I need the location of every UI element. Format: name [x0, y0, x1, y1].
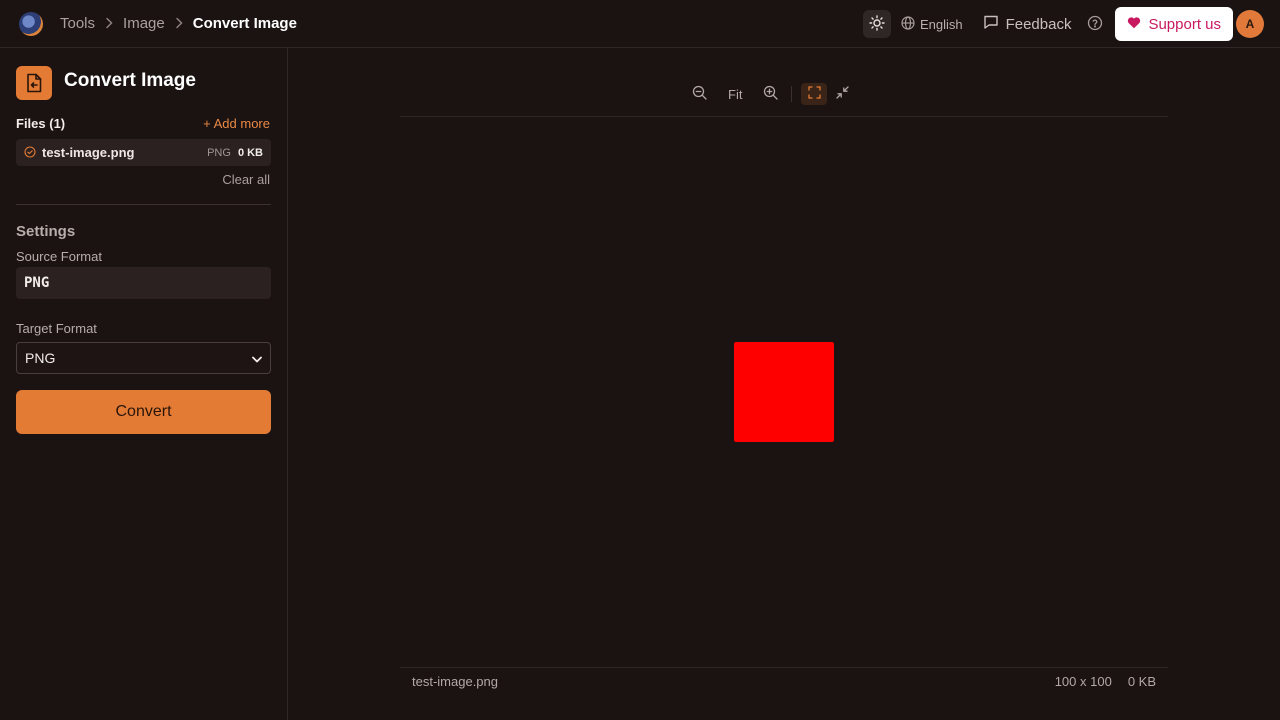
shrink-icon [836, 86, 850, 102]
image-dimensions: 100 x 100 [1054, 674, 1112, 689]
file-convert-icon [16, 66, 52, 100]
zoom-out-icon [692, 85, 707, 103]
preview-info: 100 x 100 0 KB [1055, 674, 1156, 689]
file-list-item[interactable]: test-image.png PNG 0 KB [16, 139, 271, 166]
language-selector[interactable]: English [901, 15, 963, 33]
chevron-right-icon [175, 16, 183, 32]
add-more-link[interactable]: + Add more [203, 116, 270, 131]
check-circle-icon [24, 145, 36, 161]
toolbar-divider [791, 86, 793, 102]
source-format-value: PNG [16, 267, 271, 299]
chevron-right-icon [105, 16, 113, 32]
help-button[interactable] [1087, 15, 1103, 34]
feedback-label: Feedback [1005, 15, 1072, 33]
help-icon [1087, 15, 1103, 34]
support-us-label: Support us [1148, 15, 1221, 33]
breadcrumb-tools[interactable]: Tools [60, 15, 95, 32]
settings-sidebar: Convert Image Files (1) + Add more test-… [0, 48, 288, 720]
file-name: test-image.png [42, 145, 135, 160]
source-format-label: Source Format [16, 249, 102, 264]
preview-file-name: test-image.png [412, 674, 498, 689]
convert-button[interactable]: Convert [16, 390, 271, 434]
settings-heading: Settings [16, 223, 76, 240]
breadcrumb: Tools Image Convert Image [60, 15, 297, 32]
divider [16, 204, 271, 205]
clear-all-button[interactable]: Clear all [222, 172, 270, 187]
target-format-value: PNG [25, 350, 56, 366]
file-size: 0 KB [237, 146, 263, 159]
app-logo[interactable] [19, 12, 43, 36]
tool-title: Convert Image [64, 70, 196, 91]
fullscreen-button[interactable] [801, 83, 828, 105]
fit-button[interactable]: Fit [728, 84, 742, 104]
target-format-select[interactable]: PNG [16, 342, 271, 374]
zoom-in-button[interactable] [763, 84, 779, 104]
zoom-out-button[interactable] [692, 84, 707, 104]
image-size: 0 KB [1127, 674, 1156, 689]
preview-toolbar: Fit [692, 83, 850, 105]
minimize-button[interactable] [836, 84, 850, 104]
zoom-in-icon [763, 85, 779, 103]
globe-icon [901, 15, 920, 33]
avatar[interactable]: A [1236, 10, 1264, 38]
message-icon [983, 14, 1006, 34]
image-preview [734, 342, 834, 442]
support-us-button[interactable]: Support us [1115, 7, 1233, 41]
language-label: English [919, 16, 963, 32]
breadcrumb-image[interactable]: Image [123, 15, 165, 32]
chevron-down-icon [252, 350, 262, 366]
heart-icon [1127, 16, 1148, 33]
top-bar: Tools Image Convert Image English Feedba… [0, 0, 1280, 48]
expand-icon [808, 86, 821, 102]
feedback-button[interactable]: Feedback [983, 14, 1072, 34]
target-format-label: Target Format [16, 321, 97, 336]
breadcrumb-current: Convert Image [192, 15, 297, 32]
files-count-label: Files (1) [16, 116, 66, 131]
theme-toggle-button[interactable] [862, 10, 891, 38]
sun-icon [869, 14, 885, 34]
file-type-badge: PNG [207, 146, 231, 159]
preview-top-divider [400, 116, 1168, 117]
preview-bottom-divider [400, 667, 1168, 668]
